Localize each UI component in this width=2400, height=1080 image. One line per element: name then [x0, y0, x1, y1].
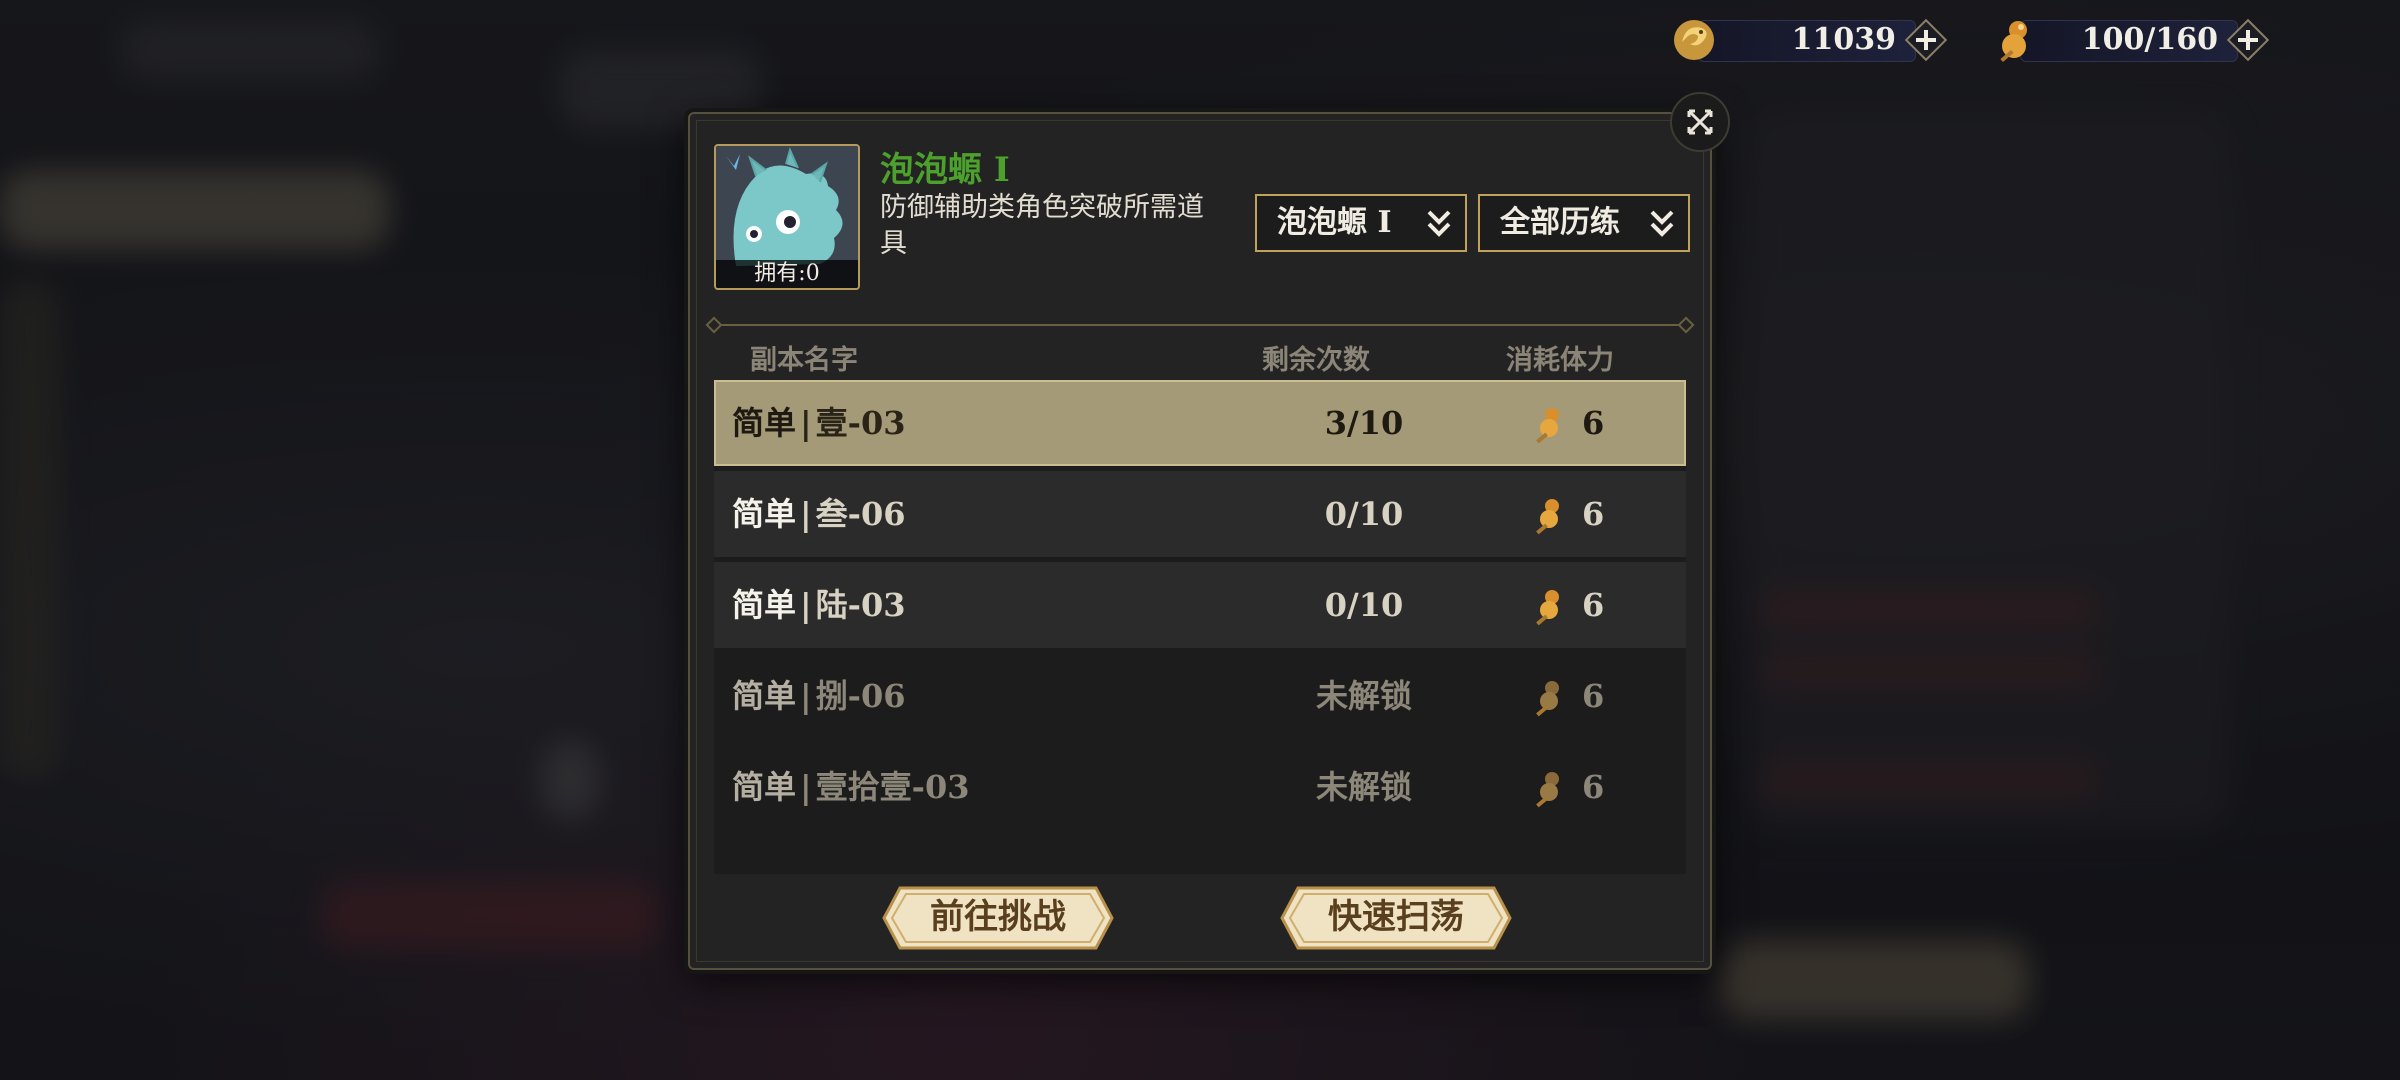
stage-id: 陆-03	[815, 586, 906, 624]
stage-row[interactable]: 简单 | 壹拾壹-03 未解锁 6	[714, 744, 1686, 830]
challenge-label: 前往挑战	[930, 897, 1066, 937]
difficulty-label: 简单	[732, 768, 797, 806]
close-button[interactable]	[1670, 92, 1730, 152]
quick-sweep-button[interactable]: 快速扫荡	[1278, 884, 1514, 952]
stamina-gourd-icon	[1536, 681, 1559, 717]
header-stamina-cost: 消耗体力	[1506, 345, 1614, 376]
stage-name: 简单 | 陆-03	[732, 562, 905, 648]
stage-list: 简单 | 壹-03 3/10 6 简单 | 叁-06 0/10 6 简单 | 陆-03 0/10 6 简单 | 捌…	[714, 380, 1686, 874]
stamina-cost-value: 6	[1582, 495, 1605, 533]
header-stage-name: 副本名字	[750, 345, 858, 376]
separator: |	[800, 586, 812, 624]
owned-count: 拥有:0	[716, 260, 858, 288]
difficulty-label: 简单	[732, 495, 797, 533]
remaining-count: 0/10	[1324, 495, 1404, 533]
stamina-gourd-icon	[1536, 408, 1559, 444]
header-remaining: 剩余次数	[1262, 345, 1370, 376]
separator: |	[800, 495, 812, 533]
stamina-gourd-icon	[1536, 590, 1559, 626]
stamina-gourd-icon	[2000, 21, 2027, 63]
item-select-value: 泡泡螈 I	[1277, 205, 1392, 240]
stamina-gourd-icon	[1536, 772, 1559, 808]
stamina-cost-value: 6	[1582, 586, 1605, 624]
divider	[714, 324, 1686, 326]
quick-sweep-label: 快速扫荡	[1328, 897, 1464, 937]
stage-name: 简单 | 叁-06	[732, 471, 905, 557]
add-stamina-button[interactable]	[2226, 18, 2270, 62]
add-currency-button[interactable]	[1904, 18, 1948, 62]
currency-value: 11039	[1791, 22, 1896, 57]
difficulty-label: 简单	[732, 586, 797, 624]
item-description: 防御辅助类角色突破所需道具	[880, 192, 1204, 259]
close-icon	[1687, 109, 1713, 135]
stage-row[interactable]: 简单 | 陆-03 0/10 6	[714, 562, 1686, 648]
stamina-gourd-icon	[1536, 499, 1559, 535]
chevron-down-icon	[1427, 210, 1451, 237]
remaining-count: 0/10	[1324, 586, 1404, 624]
remaining-count: 3/10	[1324, 404, 1404, 442]
remaining-count: 未解锁	[1315, 677, 1412, 715]
item-name: 泡泡螈 I	[880, 150, 1010, 190]
item-portrait: 拥有:0	[714, 144, 860, 290]
difficulty-label: 简单	[732, 677, 797, 715]
item-select-dropdown[interactable]: 泡泡螈 I	[1255, 194, 1467, 252]
stage-row[interactable]: 简单 | 叁-06 0/10 6	[714, 471, 1686, 557]
stage-id: 捌-06	[815, 677, 906, 715]
stage-id: 壹拾壹-03	[815, 768, 970, 806]
dragon-coin-icon	[1674, 20, 1714, 60]
stage-name: 简单 | 壹拾壹-03	[732, 744, 969, 830]
challenge-button[interactable]: 前往挑战	[880, 884, 1116, 952]
chevron-down-icon	[1650, 210, 1674, 237]
stamina-value: 100/160	[2081, 22, 2218, 57]
separator: |	[800, 677, 812, 715]
stamina-cost-value: 6	[1582, 404, 1605, 442]
remaining-count: 未解锁	[1315, 768, 1412, 806]
currency-counter: 11039	[1668, 14, 1960, 66]
stamina-counter: 100/160	[1990, 14, 2282, 66]
stamina-cost-value: 6	[1582, 677, 1605, 715]
stage-row[interactable]: 简单 | 捌-06 未解锁 6	[714, 653, 1686, 739]
stage-id: 壹-03	[815, 404, 906, 442]
stage-name: 简单 | 壹-03	[732, 380, 905, 466]
difficulty-label: 简单	[732, 404, 797, 442]
stage-id: 叁-06	[815, 495, 906, 533]
stage-filter-value: 全部历练	[1500, 205, 1620, 240]
stamina-cost-value: 6	[1582, 768, 1605, 806]
stage-name: 简单 | 捌-06	[732, 653, 905, 739]
stage-filter-dropdown[interactable]: 全部历练	[1478, 194, 1690, 252]
separator: |	[800, 404, 812, 442]
separator: |	[800, 768, 812, 806]
stage-row[interactable]: 简单 | 壹-03 3/10 6	[714, 380, 1686, 466]
item-source-dialog: 拥有:0 泡泡螈 I 防御辅助类角色突破所需道具 泡泡螈 I 全部历练 副本名字…	[688, 112, 1712, 970]
